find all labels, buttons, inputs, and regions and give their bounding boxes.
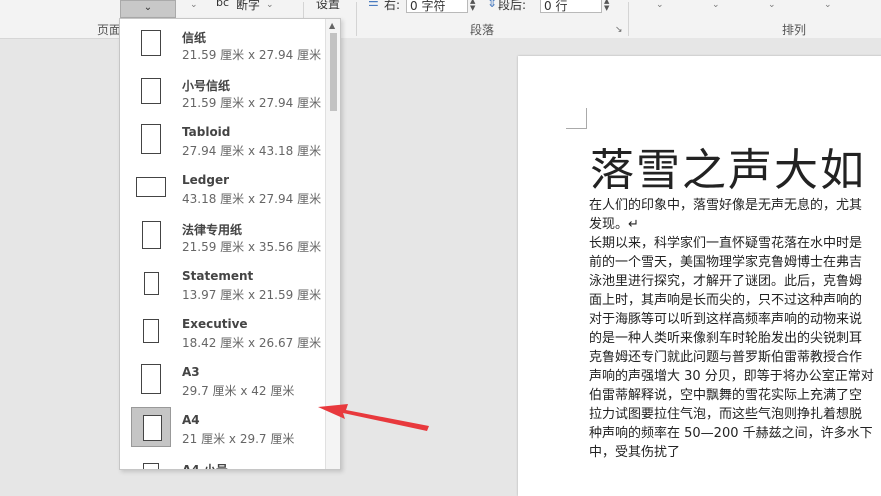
paper-thumbnail	[131, 167, 171, 207]
spin-icon[interactable]: ▲ ▼	[470, 0, 478, 13]
document-line[interactable]: 长期以来，科学家们一直怀疑雪花落在水中时是	[589, 232, 862, 251]
hyphenation-icon: bc	[216, 0, 230, 9]
document-line[interactable]: 中，受其伤扰了	[589, 441, 680, 460]
document-line[interactable]: 拉力试图要拉住气泡，而这些气泡则挣扎着想脱	[589, 403, 862, 422]
paper-size-name: 小号信纸	[182, 79, 231, 93]
page-icon	[141, 364, 161, 394]
paper-size-name: 法律专用纸	[182, 223, 243, 237]
document-line[interactable]: 的是一种人类听来像刹车时轮胎发出的尖锐刺耳	[589, 327, 862, 346]
scroll-up-icon[interactable]: ▲	[329, 21, 335, 30]
page-icon	[141, 78, 161, 104]
chevron-down-icon[interactable]: ⌄	[190, 0, 198, 10]
paper-size-item[interactable]: A3 29.7 厘米 x 42 厘米	[120, 359, 325, 407]
paper-size-dimensions: 18.42 厘米 x 26.67 厘米	[182, 336, 322, 350]
paper-size-name: Executive	[182, 317, 248, 331]
paper-size-name: A3	[182, 365, 200, 379]
paper-size-name: A4	[182, 413, 200, 427]
page-icon	[143, 319, 159, 343]
margin-corner-mark	[566, 108, 587, 129]
paper-size-dimensions: 43.18 厘米 x 27.94 厘米	[182, 192, 322, 206]
paper-thumbnail	[131, 119, 171, 159]
document-line[interactable]: 面上时，其声响是长而尖的，只不过这种声响的	[589, 289, 862, 308]
dialog-launcher-icon[interactable]: ↘	[615, 25, 623, 35]
spacing-after-input[interactable]: 0 行	[540, 0, 602, 13]
hyphenation-button[interactable]: 断字	[236, 0, 260, 13]
paper-size-name: Statement	[182, 269, 254, 283]
document-line[interactable]: 种声响的频率在 50—200 千赫兹之间，许多水下	[589, 422, 873, 441]
paper-thumbnail	[131, 263, 171, 303]
paper-size-dimensions: 29.7 厘米 x 42 厘米	[182, 384, 295, 398]
paper-size-dimensions: 21 厘米 x 29.7 厘米	[182, 432, 295, 446]
paper-size-item[interactable]: Executive 18.42 厘米 x 26.67 厘米	[120, 311, 325, 359]
paper-size-dimensions: 13.97 厘米 x 21.59 厘米	[182, 288, 322, 302]
paper-size-item[interactable]: A4 小号	[120, 455, 325, 470]
indent-right-icon: ☰	[368, 0, 379, 9]
chevron-down-icon[interactable]: ⌄	[824, 0, 832, 10]
page-icon	[142, 221, 161, 249]
paper-thumbnail	[131, 311, 171, 351]
indent-right-label: 右:	[384, 0, 401, 12]
paper-size-dimensions: 27.94 厘米 x 43.18 厘米	[182, 144, 322, 158]
scroll-thumb[interactable]	[330, 33, 337, 111]
paper-size-item[interactable]: Statement 13.97 厘米 x 21.59 厘米	[120, 263, 325, 311]
page-icon	[141, 124, 161, 154]
paper-size-dimensions: 21.59 厘米 x 35.56 厘米	[182, 240, 322, 254]
chevron-down-icon[interactable]: ⌄	[768, 0, 776, 10]
document-line[interactable]: 前的一个雪天，美国物理学家克鲁姆博士在弗吉	[589, 251, 862, 270]
indent-right-input[interactable]: 0 字符	[406, 0, 468, 13]
document-title[interactable]: 落雪之声大如	[590, 134, 866, 198]
document-line[interactable]: 伯雷蒂解释说，空中飘舞的雪花实际上充满了空	[589, 384, 862, 403]
paper-thumbnail	[131, 71, 171, 111]
settings-button[interactable]: 设置	[316, 0, 340, 12]
paper-size-name: Ledger	[182, 173, 230, 187]
paper-size-name: Tabloid	[182, 125, 231, 139]
document-line[interactable]: 对于海豚等可以听到这样高频率声响的动物来说	[589, 308, 862, 327]
page-icon	[136, 177, 166, 197]
page-setup-group-label: 页面	[97, 23, 122, 37]
paper-size-item[interactable]: A4 21 厘米 x 29.7 厘米	[120, 407, 325, 455]
scrollbar[interactable]: ▲	[325, 19, 340, 469]
page-icon	[144, 272, 159, 295]
document-line[interactable]: 在人们的印象中，落雪好像是无声无息的，尤其	[589, 194, 862, 213]
size-dropdown-button[interactable]: ⌄	[120, 0, 176, 18]
paper-size-name: A4 小号	[182, 463, 228, 470]
paper-size-item[interactable]: 信纸 21.59 厘米 x 27.94 厘米	[120, 23, 325, 71]
document-line[interactable]: 泳池里进行探究，才解开了谜团。此后，克鲁姆	[589, 270, 862, 289]
spacing-after-label: 段后:	[498, 0, 527, 12]
document-line[interactable]: 发现。↵	[589, 213, 639, 232]
paper-thumbnail	[131, 455, 171, 469]
paper-thumbnail	[131, 215, 171, 255]
page-icon	[143, 463, 159, 469]
paper-size-item[interactable]: Tabloid 27.94 厘米 x 43.18 厘米	[120, 119, 325, 167]
paper-size-item[interactable]: 法律专用纸 21.59 厘米 x 35.56 厘米	[120, 215, 325, 263]
page-icon	[143, 415, 162, 441]
page-icon	[141, 30, 161, 56]
chevron-down-icon[interactable]: ⌄	[656, 0, 664, 10]
paper-size-item[interactable]: 小号信纸 21.59 厘米 x 27.94 厘米	[120, 71, 325, 119]
paper-thumbnail	[131, 359, 171, 399]
paper-size-item[interactable]: Ledger 43.18 厘米 x 27.94 厘米	[120, 167, 325, 215]
arrange-group-label: 排列	[782, 23, 807, 37]
paper-thumbnail	[131, 407, 171, 447]
spacing-after-icon: ⇕	[487, 0, 498, 10]
paper-size-name: 信纸	[182, 31, 207, 45]
spin-icon[interactable]: ▲ ▼	[604, 0, 612, 13]
document-line[interactable]: 声响的声强增大 30 分贝，即等于将办公室正常对	[589, 365, 874, 384]
paper-size-dimensions: 21.59 厘米 x 27.94 厘米	[182, 48, 322, 62]
document-line[interactable]: 克鲁姆还专门就此问题与普罗斯伯雷蒂教授合作	[589, 346, 862, 365]
chevron-down-icon[interactable]: ⌄	[266, 0, 274, 10]
chevron-down-icon[interactable]: ⌄	[712, 0, 720, 10]
paragraph-group-label: 段落	[470, 23, 495, 37]
paper-size-dropdown[interactable]: 信纸 21.59 厘米 x 27.94 厘米 小号信纸 21.59 厘米 x 27.9…	[119, 18, 341, 470]
paper-size-dimensions: 21.59 厘米 x 27.94 厘米	[182, 96, 322, 110]
paper-thumbnail	[131, 23, 171, 63]
